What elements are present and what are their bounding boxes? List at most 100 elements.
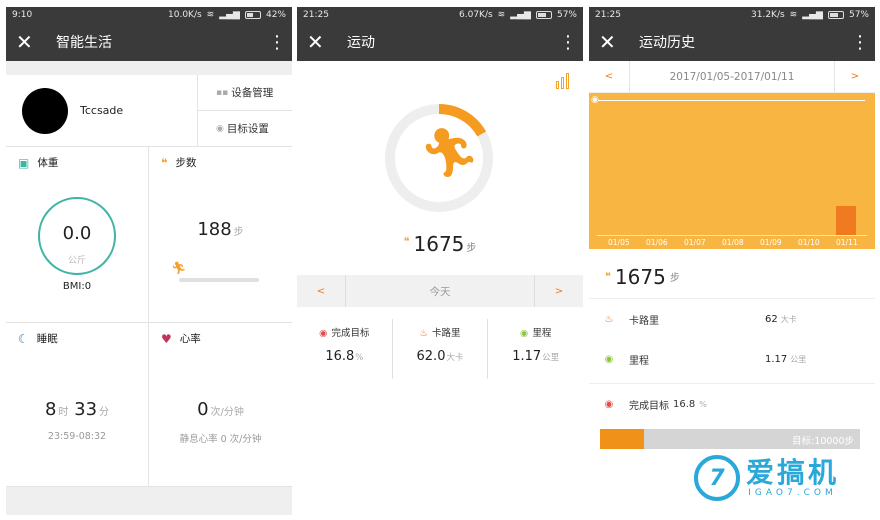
goal-reference-line: [598, 100, 865, 101]
exercise-history-screen: 21:25 31.2K/s ≋ ▂▄▆ 57% ✕ 运动历史 ⋮ < 2017/…: [589, 7, 875, 515]
heart-unit: 次/分钟: [210, 407, 244, 418]
calorie-stat: ♨ 卡路里 62.0大卡: [391, 319, 488, 379]
goal-unit: %: [355, 353, 364, 363]
status-bar: 9:10 10.0K/s ≋ ▂▄▆ 42%: [6, 7, 292, 23]
brand-url: IGAO7.COM: [748, 488, 837, 498]
steps-unit: 步: [466, 243, 477, 254]
footprint-icon: ❝: [605, 270, 611, 283]
brand-logo: 7: [694, 455, 740, 501]
next-day-button[interactable]: >: [535, 286, 583, 297]
battery-icon: [827, 11, 844, 19]
x-tick-label: 01/05: [608, 238, 630, 247]
x-tick-label: 01/06: [646, 238, 668, 247]
moon-icon: ☾: [18, 331, 29, 346]
steps-card[interactable]: ❝ 步数 188 步 🏃︎: [149, 147, 292, 323]
app-bar: ✕ 运动历史 ⋮: [589, 23, 875, 61]
calorie-unit: 大卡: [780, 314, 797, 324]
wifi-icon: ≋: [789, 10, 798, 20]
status-time: 9:10: [12, 10, 33, 20]
wifi-icon: ≋: [497, 10, 506, 20]
smart-life-screen: 9:10 10.0K/s ≋ ▂▄▆ 42% ✕ 智能生活 ⋮ Tccsade …: [6, 7, 292, 515]
device-manage-button[interactable]: ▪▪ 设备管理: [198, 75, 292, 110]
calorie-value: 62.0: [416, 349, 446, 364]
close-icon[interactable]: ✕: [599, 30, 627, 54]
app-bar: ✕ 智能生活 ⋮: [6, 23, 292, 61]
distance-unit: 公里: [790, 354, 807, 364]
calorie-row: ♨ 卡路里 62 大卡: [589, 299, 875, 339]
close-icon[interactable]: ✕: [16, 30, 44, 54]
more-menu-icon[interactable]: ⋮: [268, 32, 286, 53]
history-bar[interactable]: [836, 205, 856, 235]
close-icon[interactable]: ✕: [307, 30, 335, 54]
next-week-button[interactable]: >: [835, 71, 875, 82]
footprint-icon: ❝: [161, 155, 168, 170]
footer-area: [6, 487, 292, 515]
goal-settings-label: 目标设置: [226, 123, 269, 135]
steps-value: 1675: [614, 264, 666, 289]
username: Tccsade: [80, 104, 124, 117]
prev-week-button[interactable]: <: [589, 71, 629, 82]
distance-stat: ◉ 里程 1.17公里: [487, 319, 583, 379]
steps-title: 步数: [175, 157, 197, 169]
signal-icon: ▂▄▆: [219, 10, 240, 20]
distance-label: 里程: [629, 355, 649, 367]
status-time: 21:25: [595, 10, 621, 20]
prev-day-button[interactable]: <: [297, 286, 345, 297]
profile-card[interactable]: Tccsade: [6, 75, 197, 146]
net-speed: 6.07K/s: [459, 10, 493, 20]
app-bar: ✕ 运动 ⋮: [297, 23, 583, 61]
profile-section: Tccsade ▪▪ 设备管理 ◉ 目标设置: [6, 75, 292, 147]
x-tick-label: 01/08: [722, 238, 744, 247]
location-pin-icon: ◉: [319, 328, 328, 339]
page-title: 运动历史: [639, 35, 695, 51]
footprint-icon: ❝: [403, 235, 410, 248]
weight-card[interactable]: ▣ 体重 0.0 公斤 BMI:0: [6, 147, 149, 323]
steps-progress-track: [179, 278, 259, 282]
battery-level: 57%: [556, 10, 577, 20]
weight-value: 0.0: [62, 223, 92, 244]
x-tick-label: 01/09: [760, 238, 782, 247]
heart-value: 0: [197, 399, 209, 420]
more-menu-icon[interactable]: ⋮: [559, 32, 577, 53]
weight-title: 体重: [37, 157, 59, 169]
calorie-label: 卡路里: [629, 315, 659, 327]
steps-value: 1675: [413, 232, 465, 256]
battery-icon: [535, 11, 552, 19]
net-speed: 31.2K/s: [751, 10, 785, 20]
heart-rate-card[interactable]: ♥ 心率 0 次/分钟 静息心率 0 次/分钟: [149, 323, 292, 487]
steps-value: 188: [197, 219, 232, 240]
sleep-card[interactable]: ☾ 睡眠 8时 33 分 23:59-08:32: [6, 323, 149, 487]
goal-label: 完成目标: [629, 401, 669, 412]
location-pin-icon: ◉: [604, 399, 614, 410]
x-tick-label: 01/10: [798, 238, 820, 247]
more-menu-icon[interactable]: ⋮: [851, 32, 869, 53]
brand-logo-mark: 7: [709, 465, 725, 491]
goal-settings-button[interactable]: ◉ 目标设置: [198, 110, 292, 146]
x-axis-line: [597, 235, 867, 236]
flame-icon: ♨: [419, 328, 429, 339]
range-navigator: < 2017/01/05-2017/01/11 >: [589, 61, 875, 93]
device-manage-label: 设备管理: [231, 87, 274, 99]
scale-icon: ▣: [18, 155, 30, 170]
goal-value: 16.8: [673, 399, 696, 410]
weight-ring: 0.0 公斤: [38, 197, 116, 275]
avatar[interactable]: [22, 87, 68, 134]
status-bar: 21:25 6.07K/s ≋ ▂▄▆ 57%: [297, 7, 583, 23]
steps-unit: 步: [233, 227, 244, 238]
flame-icon: ♨: [604, 313, 614, 325]
resting-heart-rate: 静息心率 0 次/分钟: [179, 434, 262, 445]
runner-icon: 🏃︎: [419, 125, 480, 181]
goal-row: ◉ 完成目标 16.8 %: [589, 383, 875, 425]
goal-progress-fill: [600, 429, 644, 449]
x-tick-label: 01/11: [836, 238, 858, 247]
bar-chart-icon[interactable]: [556, 73, 569, 89]
page-title: 智能生活: [56, 35, 112, 51]
distance-pin-icon: ◉: [520, 328, 529, 339]
status-bar: 21:25 31.2K/s ≋ ▂▄▆ 57%: [589, 7, 875, 23]
goal-stat: ◉ 完成目标 16.8%: [297, 319, 392, 379]
goal-unit: %: [699, 400, 707, 409]
distance-value: 1.17: [512, 349, 542, 364]
runner-icon: 🏃︎: [171, 261, 187, 275]
brand-name: 爱搞机: [746, 456, 840, 489]
exercise-screen: 21:25 6.07K/s ≋ ▂▄▆ 57% ✕ 运动 ⋮ 🏃︎ ❝ 1675 步…: [297, 7, 583, 515]
